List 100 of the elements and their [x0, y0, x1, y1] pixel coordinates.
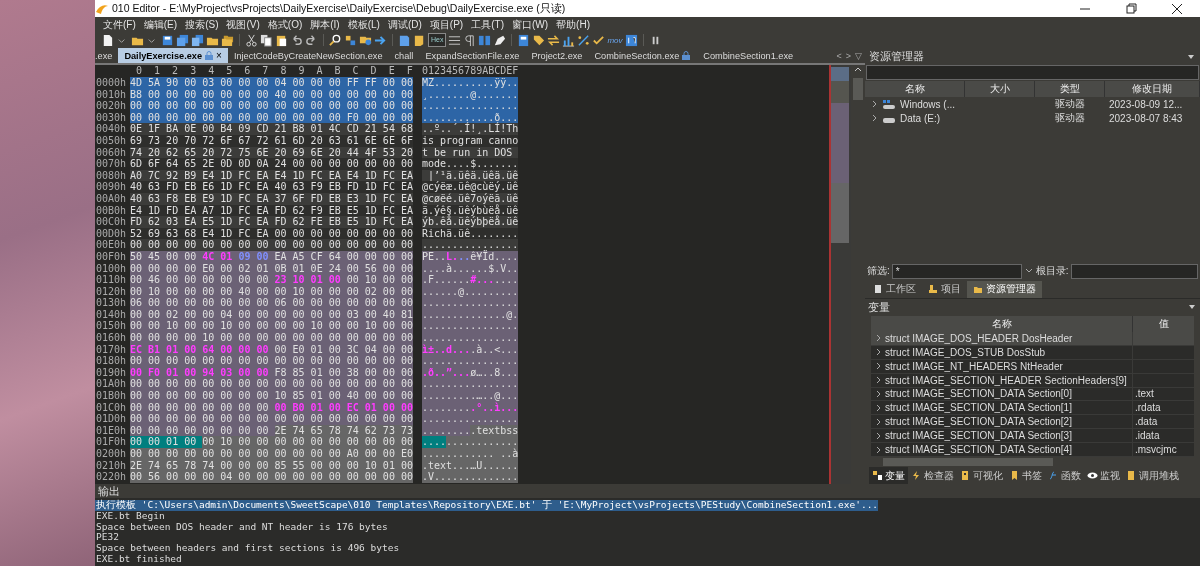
tab-scroll-button[interactable]: <: [836, 50, 842, 61]
file-tab[interactable]: CombineSection1.exe: [697, 48, 800, 63]
document-icon[interactable]: [398, 33, 411, 47]
hex-bytes: 00 10 00 00: [346, 274, 413, 286]
file-tab[interactable]: CombineSection.exe: [588, 48, 698, 63]
menu-item[interactable]: 模板(L): [343, 17, 384, 32]
eye-icon[interactable]: [1087, 470, 1098, 481]
menu-item[interactable]: 视图(V): [222, 17, 264, 32]
chevron-icon[interactable]: [875, 333, 882, 344]
scrollbar-thumb[interactable]: [853, 78, 863, 100]
column-header[interactable]: 类型: [1035, 81, 1105, 97]
scrollbar-thumb[interactable]: [883, 458, 1053, 466]
function-icon[interactable]: [1048, 470, 1059, 481]
bookmark-icon[interactable]: [1009, 470, 1020, 481]
variable-row[interactable]: struct IMAGE_SECTION_DATA Section[2] .data: [871, 415, 1194, 430]
path-field[interactable]: [866, 65, 1199, 80]
menu-item[interactable]: 工具(T): [467, 17, 508, 32]
menu-item[interactable]: 帮助(H): [552, 17, 594, 32]
panel-tab[interactable]: 资源管理器: [967, 281, 1042, 298]
menu-item[interactable]: 搜索(S): [181, 17, 223, 32]
search-icon[interactable]: [329, 33, 342, 47]
menu-item[interactable]: 调试(D): [383, 17, 426, 32]
menu-item[interactable]: 文件(F): [99, 17, 140, 32]
paragraph-icon[interactable]: [463, 33, 477, 47]
folders-icon[interactable]: [221, 33, 234, 47]
paste-icon[interactable]: [275, 33, 288, 47]
menu-item[interactable]: 窗口(W): [507, 17, 553, 32]
copy-icon[interactable]: [260, 33, 273, 47]
chevron-icon[interactable]: [875, 430, 882, 441]
panel-tab[interactable]: 工作区: [867, 281, 922, 298]
panel-tab[interactable]: 调用堆栈: [1123, 467, 1182, 484]
variable-row[interactable]: struct IMAGE_DOS_STUB DosStub: [871, 345, 1194, 360]
note-icon[interactable]: [413, 33, 426, 47]
chevron-icon[interactable]: [875, 361, 882, 372]
file-tab[interactable]: .exe: [95, 48, 119, 63]
ascii-text: @cýëæ.üê@cùëý.üê: [422, 181, 519, 193]
mov-button[interactable]: mov: [607, 35, 623, 45]
menu-item[interactable]: 格式(O): [263, 17, 307, 32]
column-header[interactable]: 大小: [965, 81, 1035, 97]
column-header: 6: [243, 65, 252, 77]
file-tab[interactable]: DailyExercise.exe ×: [118, 48, 228, 63]
variable-row[interactable]: struct IMAGE_SECTION_DATA Section[1] .rdata: [871, 401, 1194, 416]
folder-icon[interactable]: [973, 284, 983, 295]
column-header[interactable]: 修改日期: [1105, 81, 1200, 97]
hex-bytes: 00 00 00 00 00 00 00 00 10 85 01 00 40 00 00 00: [130, 390, 413, 402]
documents-icon[interactable]: [191, 33, 204, 47]
chevron-icon[interactable]: [875, 375, 882, 386]
cut-icon[interactable]: [245, 33, 258, 47]
file-tab[interactable]: ExpandSectionFile.exe: [419, 48, 526, 63]
tab-scroll-button[interactable]: >: [845, 50, 852, 61]
swap-icon[interactable]: [547, 33, 561, 47]
check-icon[interactable]: [592, 33, 606, 47]
panel-tab[interactable]: 检查器: [908, 467, 957, 484]
chevron-icon[interactable]: [875, 389, 882, 399]
root-field[interactable]: [1070, 264, 1198, 279]
menu-item[interactable]: 项目(P): [425, 17, 468, 32]
chevron-icon[interactable]: [875, 444, 882, 455]
tab-scroll-button[interactable]: ▽: [855, 50, 862, 61]
close-tab-button[interactable]: ×: [216, 50, 222, 61]
variable-row[interactable]: struct IMAGE_NT_HEADERS NtHeader: [871, 359, 1194, 374]
scroll-up-icon[interactable]: [853, 65, 863, 74]
chevron-icon[interactable]: [875, 416, 882, 427]
lightning-icon[interactable]: [911, 470, 922, 481]
column-header[interactable]: 名称: [865, 81, 965, 97]
menu-item[interactable]: 编辑(E): [139, 17, 182, 32]
hex-bytes: 00 00 00 00 00 00 00 00 00 00 00 00 00 00 00 00: [130, 100, 413, 112]
panel-tab[interactable]: 监视: [1084, 467, 1123, 484]
file-name[interactable]: Data (E:): [900, 112, 940, 124]
menu-item[interactable]: 脚本(I): [306, 17, 344, 32]
variable-row[interactable]: struct IMAGE_SECTION_HEADER SectionHeaders[9]: [871, 373, 1194, 388]
chevron-icon[interactable]: [875, 347, 882, 358]
variable-row[interactable]: struct IMAGE_SECTION_DATA Section[0] .text: [871, 387, 1194, 402]
filter-field[interactable]: *: [891, 264, 1022, 279]
project-icon[interactable]: [928, 284, 938, 295]
hex-bytes: 00 10 00 00 00 00 00 00 00 00 00 00: [202, 436, 413, 448]
ascii-text: ................: [422, 239, 519, 251]
workspace-icon[interactable]: [873, 284, 883, 295]
chevron-icon[interactable]: [875, 402, 882, 413]
panel-tab[interactable]: 项目: [922, 281, 967, 298]
panel-tab[interactable]: 函数: [1045, 467, 1084, 484]
column-header[interactable]: 名称: [871, 316, 1133, 332]
column-header: 7: [261, 65, 270, 77]
new-file-icon[interactable]: [101, 33, 114, 47]
variable-value: .idata: [1134, 430, 1160, 442]
save-icon[interactable]: [161, 33, 174, 47]
columns-icon[interactable]: [448, 33, 462, 47]
panel-tab[interactable]: 可视化: [957, 467, 1006, 484]
file-name[interactable]: Windows (...: [900, 98, 955, 110]
file-tab[interactable]: InjectCodeByCreateNewSection.exe: [227, 48, 389, 63]
percent-icon[interactable]: [577, 33, 591, 47]
column-header[interactable]: 值: [1133, 316, 1194, 332]
variable-row[interactable]: struct IMAGE_SECTION_DATA Section[3] .idata: [871, 429, 1194, 444]
arrow-right-icon[interactable]: [374, 33, 387, 47]
panel-tab[interactable]: 变量: [869, 467, 908, 484]
file-tab[interactable]: Project2.exe: [525, 48, 589, 63]
calculator-icon[interactable]: [517, 33, 531, 47]
file-tab[interactable]: chall: [388, 48, 420, 63]
panel-tab[interactable]: 书签: [1006, 467, 1045, 484]
ascii-text: #...: [470, 274, 495, 286]
system-drive-icon[interactable]: [882, 98, 896, 110]
